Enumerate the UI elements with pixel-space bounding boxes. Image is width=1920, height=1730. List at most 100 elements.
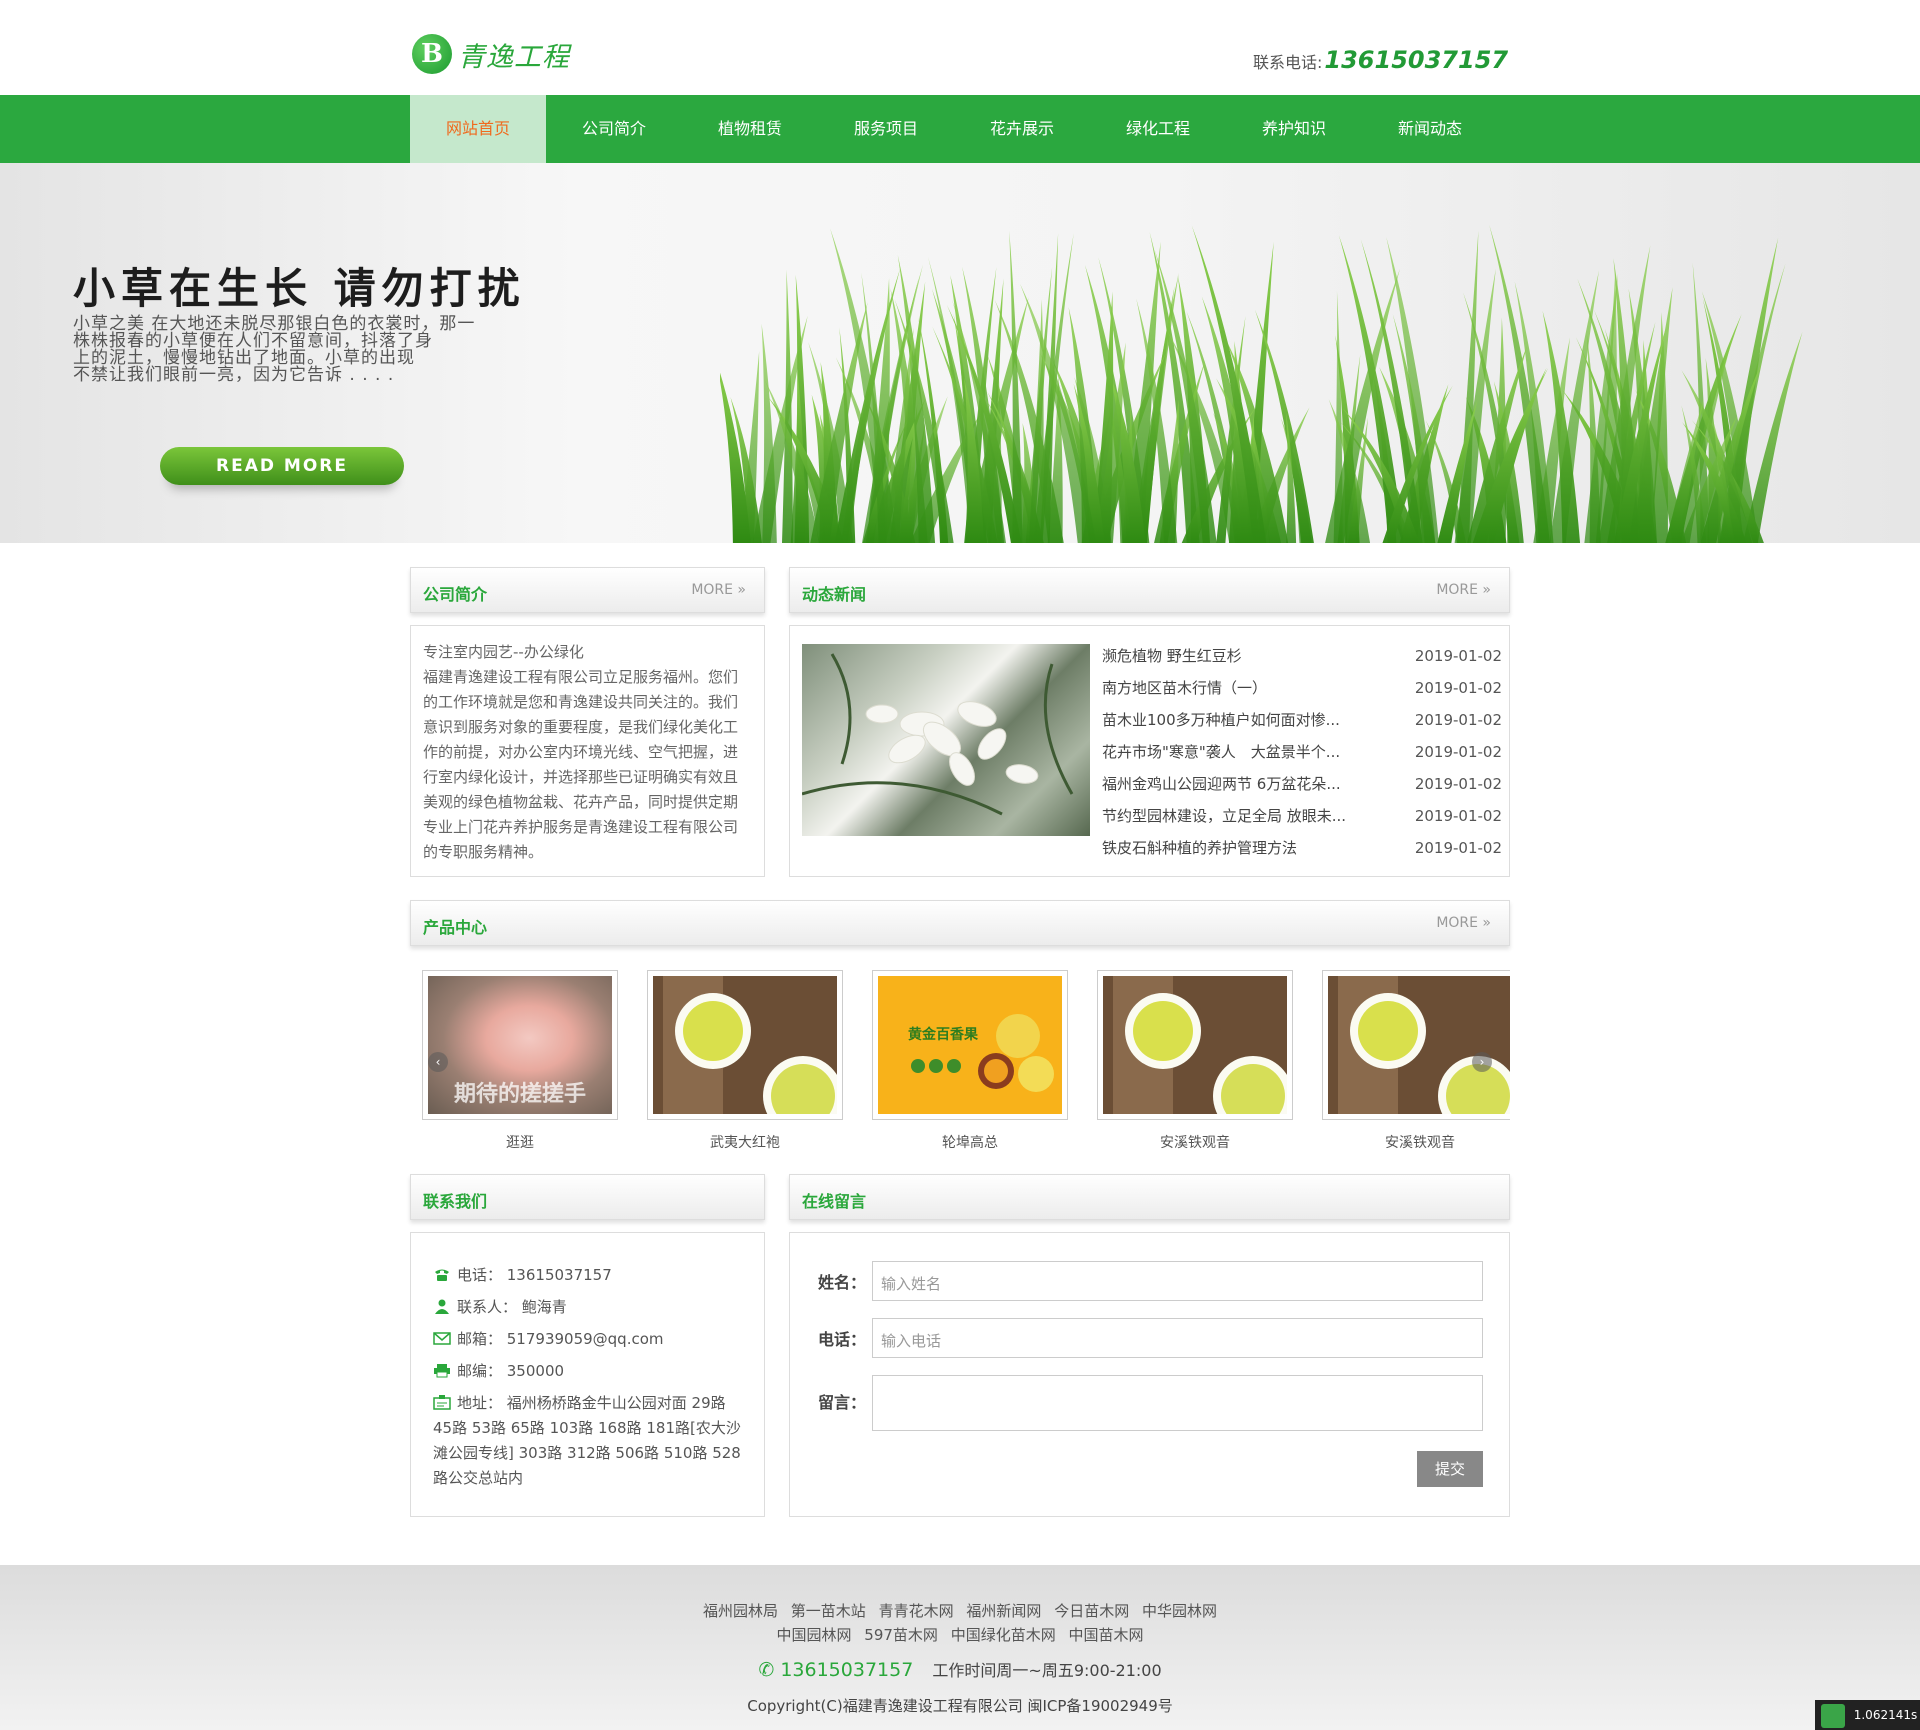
about-more-link[interactable]: MORE » <box>691 582 746 598</box>
footer-link[interactable]: 597苗木网 <box>864 1626 938 1644</box>
news-item-title[interactable]: 南方地区苗木行情（一） <box>1102 672 1382 704</box>
news-item-title[interactable]: 花卉市场"寒意"袭人 大盆景半个... <box>1102 736 1382 768</box>
footer-link[interactable]: 中华园林网 <box>1142 1602 1217 1620</box>
product-image[interactable]: 期待的搓搓手 <box>428 976 612 1114</box>
name-input[interactable]: 输入姓名 <box>872 1261 1483 1301</box>
news-item-date: 2019-01-02 <box>1414 775 1502 793</box>
news-item[interactable]: 苗木业100多万种植户如何面对惨... 2019-01-02 <box>1102 704 1502 736</box>
product-card[interactable]: 期待的搓搓手 逛逛 <box>422 970 618 1152</box>
read-more-button[interactable]: READ MORE <box>160 447 404 485</box>
phone-circle-icon: ✆ <box>758 1659 775 1681</box>
footer-contact: ✆ 13615037157 工作时间周一~周五9:00-21:00 <box>0 1657 1920 1681</box>
form-row-name: 姓名： 输入姓名 <box>818 1261 1483 1301</box>
footer-link[interactable]: 青青花木网 <box>879 1602 954 1620</box>
product-image[interactable] <box>1328 976 1510 1114</box>
footer-links: 福州园林局 第一苗木站 青青花木网 福州新闻网 今日苗木网 中华园林网 中国园林… <box>660 1599 1260 1647</box>
news-item-title[interactable]: 福州金鸡山公园迎两节 6万盆花朵... <box>1102 768 1382 800</box>
news-item-date: 2019-01-02 <box>1414 679 1502 697</box>
nav-item-about[interactable]: 公司简介 <box>546 95 682 163</box>
product-card[interactable]: 安溪铁观音 <box>1097 970 1293 1152</box>
footer-link[interactable]: 福州园林局 <box>703 1602 778 1620</box>
news-item-date: 2019-01-02 <box>1414 743 1502 761</box>
banner-text: 小草之美 在大地还未脱尽那银白色的衣裳时，那一 株株报春的小草便在人们不留意间，… <box>73 316 633 384</box>
hotline-label: 联系电话: <box>1253 53 1323 72</box>
footer-phone: ✆ 13615037157 <box>758 1659 913 1681</box>
products-panel-header: 产品中心 MORE » <box>410 900 1510 946</box>
news-item-title[interactable]: 节约型园林建设，立足全局 放眼未... <box>1102 800 1382 832</box>
address-icon <box>433 1395 451 1410</box>
news-item-title[interactable]: 濒危植物 野生红豆杉 <box>1102 640 1382 672</box>
message-panel: 姓名： 输入姓名 电话： 输入电话 留言： 提交 <box>789 1232 1510 1517</box>
product-image[interactable]: 黄金百香果 <box>878 976 1062 1114</box>
contact-title: 联系我们 <box>423 1192 488 1211</box>
message-title: 在线留言 <box>802 1192 867 1211</box>
site-logo[interactable]: B 青逸工程 <box>412 34 570 74</box>
grass-illustration <box>720 224 1803 543</box>
news-item[interactable]: 节约型园林建设，立足全局 放眼未... 2019-01-02 <box>1102 800 1502 832</box>
product-card[interactable]: 武夷大红袍 <box>647 970 843 1152</box>
nav-item-news[interactable]: 新闻动态 <box>1362 95 1498 163</box>
name-label: 姓名： <box>818 1273 867 1292</box>
nav-item-care[interactable]: 养护知识 <box>1226 95 1362 163</box>
carousel-prev-icon[interactable]: ‹ <box>428 1052 448 1072</box>
product-caption[interactable]: 安溪铁观音 <box>1322 1132 1510 1152</box>
contact-phone: 电话： 13615037157 <box>433 1263 742 1288</box>
nav-item-plant-rental[interactable]: 植物租赁 <box>682 95 818 163</box>
contact-postcode-text: 邮编： 350000 <box>457 1362 565 1380</box>
contact-phone-text: 电话： 13615037157 <box>457 1266 612 1284</box>
news-item[interactable]: 濒危植物 野生红豆杉 2019-01-02 <box>1102 640 1502 672</box>
contact-person: 联系人： 鲍海青 <box>433 1295 742 1320</box>
contact-email-text: 邮箱： 517939059@qq.com <box>457 1330 664 1348</box>
printer-icon <box>434 1364 450 1378</box>
about-panel-header: 公司简介 MORE » <box>410 567 765 613</box>
contact-address-text: 地址： 福州杨桥路金牛山公园对面 29路 45路 53路 65路 103路 16… <box>433 1394 741 1487</box>
products-more-link[interactable]: MORE » <box>1436 915 1491 931</box>
product-image[interactable] <box>653 976 837 1114</box>
footer-link[interactable]: 中国绿化苗木网 <box>951 1626 1056 1644</box>
footer-hours: 工作时间周一~周五9:00-21:00 <box>932 1661 1162 1680</box>
nav-item-home[interactable]: 网站首页 <box>410 95 546 163</box>
news-item-title[interactable]: 苗木业100多万种植户如何面对惨... <box>1102 704 1382 736</box>
products-title: 产品中心 <box>423 918 488 937</box>
news-item-date: 2019-01-02 <box>1414 711 1502 729</box>
nav-item-flowers[interactable]: 花卉展示 <box>954 95 1090 163</box>
nav-item-greening[interactable]: 绿化工程 <box>1090 95 1226 163</box>
news-more-link[interactable]: MORE » <box>1436 582 1491 598</box>
news-item[interactable]: 南方地区苗木行情（一） 2019-01-02 <box>1102 672 1502 704</box>
logo-text: 青逸工程 <box>458 41 570 73</box>
about-title: 公司简介 <box>423 585 488 604</box>
about-panel: 专注室内园艺--办公绿化 福建青逸建设工程有限公司立足服务福州。您们的工作环境就… <box>410 625 765 877</box>
contact-postcode: 邮编： 350000 <box>433 1359 742 1384</box>
nav-item-services[interactable]: 服务项目 <box>818 95 954 163</box>
product-caption[interactable]: 武夷大红袍 <box>647 1132 843 1152</box>
submit-button[interactable]: 提交 <box>1417 1451 1483 1487</box>
logo-mark-icon: B <box>412 34 452 74</box>
message-textarea[interactable] <box>872 1375 1483 1431</box>
product-caption[interactable]: 逛逛 <box>422 1132 618 1152</box>
phone-input[interactable]: 输入电话 <box>872 1318 1483 1358</box>
about-text: 专注室内园艺--办公绿化 福建青逸建设工程有限公司立足服务福州。您们的工作环境就… <box>423 643 739 861</box>
hero-banner: 小草在生长 请勿打扰 小草之美 在大地还未脱尽那银白色的衣裳时，那一 株株报春的… <box>0 163 1920 543</box>
message-panel-header: 在线留言 <box>789 1174 1510 1220</box>
footer-link[interactable]: 福州新闻网 <box>966 1602 1041 1620</box>
footer-link[interactable]: 今日苗木网 <box>1054 1602 1129 1620</box>
form-row-phone: 电话： 输入电话 <box>818 1318 1483 1358</box>
product-caption[interactable]: 轮埠高总 <box>872 1132 1068 1152</box>
phone-icon <box>435 1269 449 1281</box>
product-card[interactable]: 黄金百香果 轮埠高总 <box>872 970 1068 1152</box>
news-featured-image[interactable] <box>802 644 1090 836</box>
news-item[interactable]: 福州金鸡山公园迎两节 6万盆花朵... 2019-01-02 <box>1102 768 1502 800</box>
news-item[interactable]: 花卉市场"寒意"袭人 大盆景半个... 2019-01-02 <box>1102 736 1502 768</box>
banner-headline: 小草在生长 请勿打扰 <box>73 264 526 313</box>
header-hotline: 联系电话: 13615037157 <box>1253 46 1508 74</box>
news-item-date: 2019-01-02 <box>1414 647 1502 665</box>
news-item-title[interactable]: 铁皮石斛种植的养护管理方法 <box>1102 832 1382 864</box>
news-item[interactable]: 铁皮石斛种植的养护管理方法 2019-01-02 <box>1102 832 1502 864</box>
footer-link[interactable]: 中国园林网 <box>776 1626 851 1644</box>
product-image[interactable] <box>1103 976 1287 1114</box>
news-list: 濒危植物 野生红豆杉 2019-01-02 南方地区苗木行情（一） 2019-01-… <box>1102 640 1502 864</box>
carousel-next-icon[interactable]: › <box>1472 1052 1492 1072</box>
footer-link[interactable]: 中国苗木网 <box>1069 1626 1144 1644</box>
product-caption[interactable]: 安溪铁观音 <box>1097 1132 1293 1152</box>
footer-link[interactable]: 第一苗木站 <box>791 1602 866 1620</box>
